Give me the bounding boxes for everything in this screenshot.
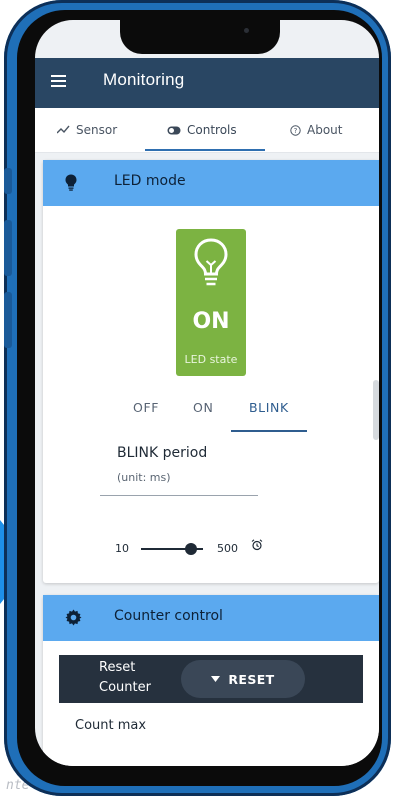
tab-controls-label: Controls [187,123,237,137]
tab-about[interactable]: ? About [290,108,342,152]
blink-period-unit: (unit: ms) [117,471,171,484]
led-card-header: LED mode [43,160,379,206]
tab-sensor-label: Sensor [76,123,118,137]
app-bar: Monitoring [35,58,379,108]
tab-controls[interactable]: Controls [167,108,237,152]
led-state-indicator: ON LED state [176,229,246,376]
toggle-icon [167,126,181,134]
slider-max-label: 500 [217,542,238,555]
reset-counter-label: Reset Counter [99,658,151,698]
notch [120,20,280,54]
tab-bar: Sensor Controls ? About [35,108,379,153]
svg-text:?: ? [294,127,298,135]
volume-up-button [4,220,12,276]
reset-counter-bar: Reset Counter RESET [59,655,363,703]
help-circle-icon: ? [290,124,301,136]
volume-down-button [4,292,12,348]
reset-label-line2: Counter [99,680,151,695]
led-state-caption: LED state [184,353,238,366]
active-mode-indicator [231,430,307,432]
mode-on-tab[interactable]: ON [193,400,213,415]
reset-button-label: RESET [228,671,275,687]
phone-screen: Monitoring Sensor Controls ? About LED m… [35,20,379,766]
led-mode-tabs: OFF ON BLINK [113,394,343,434]
active-tab-indicator [145,149,265,151]
scrollbar-thumb[interactable] [373,380,379,440]
mode-blink-tab[interactable]: BLINK [249,400,289,415]
blink-period-label: BLINK period [117,445,208,461]
counter-control-card: Counter control Reset Counter RESET Coun… [43,595,379,766]
bulb-icon [65,174,77,191]
led-state-value: ON [192,309,230,334]
counter-card-title: Counter control [114,608,223,624]
tab-about-label: About [307,123,343,137]
counter-card-header: Counter control [43,595,379,641]
caret-down-icon [211,676,221,682]
blink-period-input[interactable] [100,495,258,496]
tab-sensor[interactable]: Sensor [57,108,117,152]
gear-icon [65,609,82,626]
lightbulb-icon [194,238,228,286]
reset-button[interactable]: RESET [181,660,305,698]
app-title: Monitoring [103,70,185,89]
trend-line-icon [57,125,70,134]
mode-off-tab[interactable]: OFF [133,400,159,415]
slider-thumb[interactable] [185,543,197,555]
led-mode-card: LED mode ON LED state OFF ON BLINK BLINK… [43,160,379,583]
alarm-clock-icon[interactable] [251,539,263,551]
reset-label-line1: Reset [99,660,136,675]
hamburger-menu-icon[interactable] [51,75,66,87]
mute-switch [4,168,12,194]
slider-min-label: 10 [115,542,129,555]
led-card-title: LED mode [114,173,186,189]
count-max-label: Count max [75,718,147,733]
camera-icon [244,28,249,33]
